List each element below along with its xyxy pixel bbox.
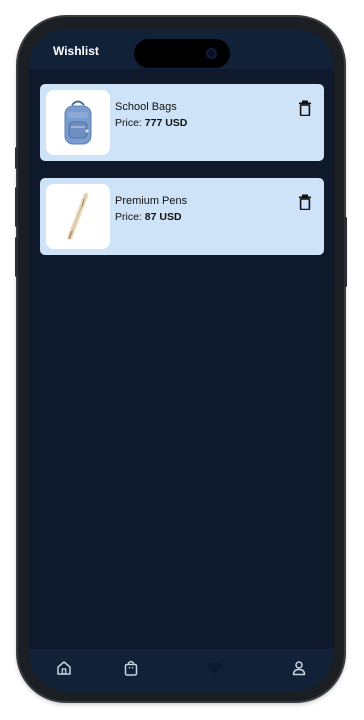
product-image <box>46 184 110 249</box>
price-label: Price: <box>115 117 142 129</box>
delete-button[interactable] <box>298 194 312 211</box>
nav-profile[interactable] <box>290 659 308 677</box>
item-name: School Bags <box>115 101 177 113</box>
home-icon <box>57 661 71 675</box>
price-label: Price: <box>115 211 142 223</box>
power-button <box>344 217 347 287</box>
backpack-icon <box>64 100 92 144</box>
pen-icon <box>67 192 89 239</box>
volume-up-button <box>15 187 18 227</box>
nav-wishlist[interactable] <box>206 659 224 677</box>
item-price: Price: 777 USD <box>115 117 187 129</box>
item-price: Price: 87 USD <box>115 211 182 223</box>
side-button <box>15 147 18 169</box>
page-title: Wishlist <box>53 44 99 58</box>
user-icon <box>292 661 306 676</box>
camera-icon <box>206 48 217 59</box>
trash-icon <box>299 194 311 211</box>
price-value: 777 USD <box>144 117 188 129</box>
delete-button[interactable] <box>298 100 312 117</box>
bottom-nav <box>29 649 334 691</box>
app-screen: Wishlist School Bags Price: 777 USD Prem… <box>29 29 334 691</box>
dynamic-island <box>134 39 230 68</box>
trash-icon <box>299 100 311 117</box>
product-image <box>46 90 110 155</box>
heart-icon <box>207 662 223 675</box>
nav-shop[interactable] <box>122 659 140 677</box>
item-name: Premium Pens <box>115 195 188 207</box>
price-value: 87 USD <box>144 211 182 223</box>
shopping-bag-icon <box>124 660 138 676</box>
volume-down-button <box>15 237 18 277</box>
wishlist-item[interactable]: Premium Pens Price: 87 USD <box>40 178 324 255</box>
nav-home[interactable] <box>55 659 73 677</box>
wishlist-item[interactable]: School Bags Price: 777 USD <box>40 84 324 161</box>
